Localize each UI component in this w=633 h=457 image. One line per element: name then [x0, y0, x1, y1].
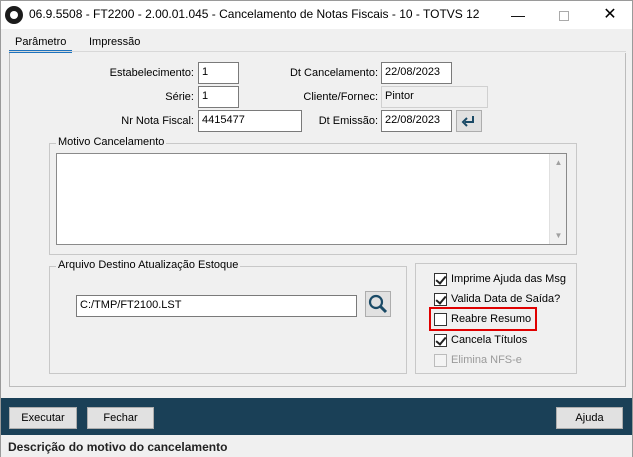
elimina-nfse-checkbox	[434, 354, 447, 367]
tab-parametro[interactable]: Parâmetro	[9, 33, 73, 53]
status-bar-text: Descrição do motivo do cancelamento	[1, 435, 632, 457]
dt-cancelamento-input[interactable]: 22/08/2023	[381, 62, 452, 84]
search-icon	[368, 294, 388, 314]
minimize-button[interactable]: —	[495, 1, 541, 29]
valida-data-checkbox[interactable]	[434, 293, 447, 306]
valida-data-label[interactable]: Valida Data de Saída?	[451, 293, 560, 305]
app-window: 06.9.5508 - FT2200 - 2.00.01.045 - Cance…	[0, 0, 633, 457]
arquivo-path-input[interactable]: C:/TMP/FT2100.LST	[76, 295, 357, 317]
reabre-resumo-highlight	[429, 307, 537, 331]
dt-emissao-label: Dt Emissão:	[318, 115, 378, 127]
totvs-logo-icon	[5, 6, 23, 24]
serie-label: Série:	[165, 91, 194, 103]
dt-cancelamento-label: Dt Cancelamento:	[289, 67, 378, 79]
serie-input[interactable]: 1	[198, 86, 239, 108]
tab-impressao[interactable]: Impressão	[83, 33, 146, 53]
window-title: 06.9.5508 - FT2200 - 2.00.01.045 - Cance…	[29, 7, 480, 21]
arquivo-title: Arquivo Destino Atualização Estoque	[56, 259, 241, 271]
motivo-title: Motivo Cancelamento	[56, 136, 167, 148]
cancela-titulos-label[interactable]: Cancela Títulos	[451, 334, 527, 346]
dt-emissao-input[interactable]: 22/08/2023	[381, 110, 452, 132]
scroll-down-icon[interactable]: ▼	[550, 227, 567, 244]
arquivo-groupbox: Arquivo Destino Atualização Estoque	[49, 259, 407, 374]
motivo-scrollbar[interactable]: ▲ ▼	[549, 154, 566, 244]
fechar-button[interactable]: Fechar	[87, 407, 154, 429]
cliente-fornec-label: Cliente/Fornec:	[303, 91, 378, 103]
title-bar[interactable]: 06.9.5508 - FT2200 - 2.00.01.045 - Cance…	[1, 1, 632, 29]
imprime-ajuda-label[interactable]: Imprime Ajuda das Msg	[451, 273, 566, 285]
maximize-icon	[559, 11, 569, 22]
elimina-nfse-label: Elimina NFS-e	[451, 354, 522, 366]
scroll-up-icon[interactable]: ▲	[550, 154, 567, 171]
estabelecimento-label: Estabelecimento:	[109, 67, 194, 79]
cancela-titulos-checkbox[interactable]	[434, 334, 447, 347]
estabelecimento-input[interactable]: 1	[198, 62, 239, 84]
imprime-ajuda-checkbox[interactable]	[434, 273, 447, 286]
maximize-button[interactable]	[541, 1, 587, 29]
enter-arrow-icon	[461, 116, 474, 127]
cliente-fornec-field: Pintor	[381, 86, 488, 108]
executar-button[interactable]: Executar	[9, 407, 77, 429]
ajuda-button[interactable]: Ajuda	[556, 407, 623, 429]
tab-divider	[9, 51, 626, 52]
enter-button[interactable]	[456, 110, 482, 132]
nr-nota-fiscal-label: Nr Nota Fiscal:	[121, 115, 194, 127]
motivo-textarea[interactable]: ▲ ▼	[56, 153, 567, 245]
close-button[interactable]: ✕	[587, 1, 633, 29]
search-button[interactable]	[365, 291, 391, 317]
